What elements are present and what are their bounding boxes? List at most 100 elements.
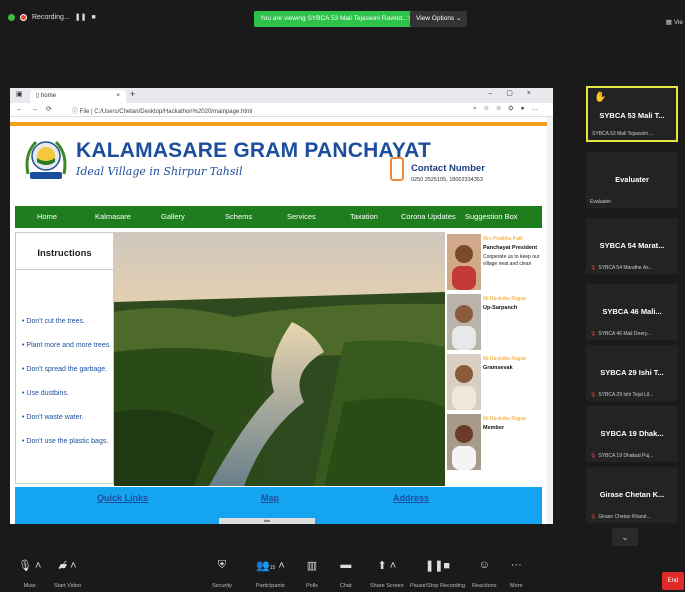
person-icon [447,294,481,350]
toolbar-label: Polls [306,583,318,589]
official-name: Mr.Ravindra Rajput [483,296,526,302]
contact-title: Contact Number [411,163,485,174]
participant-name: SYBCA 29 Ishi T... [600,368,664,377]
main-nav: Home Kalmasare Gallery Schems Services T… [15,206,542,228]
instruction-text: Don't waste water. [26,414,84,421]
participant-name: SYBCA 54 Marat... [599,241,665,250]
instructions-list: • Don't cut the trees. • Plant more and … [16,318,113,445]
browser-tab-home[interactable]: ▯ home × [30,90,126,103]
nav-kalmasare[interactable]: Kalmasare [95,212,131,221]
participant-tile[interactable]: SYBCA 19 Dhak... 🎙 SYBCA 19 Dhakad Puj... [586,406,678,462]
security-button[interactable]: ⛨ Security [212,559,232,589]
reactions-button[interactable]: ☺ Reactions [472,559,496,589]
view-options-button[interactable]: View Options ⌄ [410,11,468,27]
official-role: Gramsevak [483,365,513,371]
nav-services[interactable]: Services [287,212,316,221]
browser-tools[interactable]: ⌕☆✩⚙●… [473,105,545,113]
view-menu[interactable]: ▦ Vie [666,18,683,26]
official-photo [447,354,481,410]
pause-stop-icon: ❚❚■ [424,560,451,572]
instruction-text: Don't cut the trees. [26,318,85,325]
participant-sub-text: SYBCA 29 Ishi Tejal Lil... [598,392,654,398]
participants-icon: 👥15 ˄ [256,560,285,572]
instruction-text: Plant more and more trees. [26,342,112,349]
raised-hand-icon: ✋ [594,92,607,103]
instructions-panel: Instructions • Don't cut the trees. • Pl… [15,232,114,484]
start-video-button[interactable]: ▰̸ ˄ Start Video [54,559,81,589]
list-item: • Don't use the plastic bags. [22,438,109,445]
official-card: Mr.Ravindra Rajput Up-Sarpanch [446,292,546,350]
url-field[interactable]: ⓘ File | C:/Users/Chetan/Desktop/Hackath… [72,106,252,115]
window-controls[interactable]: –▢× [488,89,545,97]
nav-home[interactable]: Home [37,212,57,221]
nav-buttons[interactable]: ←→⟳ [16,105,60,113]
chevron-down-icon[interactable]: ⌄ [612,528,638,546]
close-tab-icon[interactable]: × [116,90,120,103]
meeting-toolbar: 🎙 ˄ Mute ▰̸ ˄ Start Video ⛨ Security 👥15 ˄ P… [0,556,685,592]
participant-tile[interactable]: ✋ SYBCA 53 Mali T... SYBCA 53 Mali Tejas… [586,86,678,142]
top-accent-bar [10,122,547,126]
new-tab-icon[interactable]: + [130,89,135,99]
participant-tile[interactable]: SYBCA 46 Mali... 🎙 SYBCA 46 Mali Deery... [586,284,678,340]
participant-tile[interactable]: SYBCA 29 Ishi T... 🎙 SYBCA 29 Ishi Tejal … [586,345,678,401]
official-card: Mrs.Pratibha Patil Panchayat President C… [446,232,546,290]
zoom-top-bar: Recording... ❚❚ ■ You are viewing SYBCA … [0,0,685,44]
window-icon: ▣ [16,91,23,98]
end-button[interactable]: End [662,572,684,590]
participant-sub: 🎙 SYBCA 46 Mali Deery... [590,331,674,337]
participant-sub: 🎙 SYBCA 54 Marathe As... [590,265,674,271]
view-label: Vie [673,19,683,26]
recording-indicator[interactable]: Recording... ❚❚ ■ [8,13,96,21]
list-item: • Plant more and more trees. [22,342,112,349]
participant-count: 15 [269,565,276,571]
participant-name: Evaluater [615,175,649,184]
participants-button[interactable]: 👥15 ˄ Participants [256,559,285,589]
mute-button[interactable]: 🎙 ˄ Mute [18,559,41,589]
site-subtitle: Ideal Village in Shirpur Tahsil [76,165,243,178]
participant-sub-text: Girase Chetan Khand... [598,514,651,520]
participant-name: SYBCA 19 Dhak... [600,429,664,438]
official-photo [447,294,481,350]
smile-icon: ☺ [478,559,490,571]
muted-mic-icon: 🎙 [590,514,597,520]
share-screen-button[interactable]: ⬆ ˄ Share Screen [370,559,404,589]
instruction-text: Use dustbins. [26,390,69,397]
participant-tile[interactable]: Evaluater Evaluater [586,152,678,208]
person-icon [447,354,481,410]
participant-sub: 🎙 Girase Chetan Khand... [590,514,674,520]
nav-taxation[interactable]: Taxation [350,212,378,221]
toolbar-label: Participants [256,583,285,589]
tab-bar: ▣ ▯ home × + –▢× [10,88,553,103]
participant-sub: 🎙 SYBCA 19 Dhakad Puj... [590,453,674,459]
pause-stop-recording-button[interactable]: ❚❚■ Pause/Stop Recording [410,559,465,589]
official-name: Mr.Ravindra Rajput [483,356,526,362]
nav-gallery[interactable]: Gallery [161,212,185,221]
participant-sub-text: SYBCA 46 Mali Deery... [598,331,652,337]
video-off-icon: ▰̸ ˄ [58,560,77,572]
toolbar-label: Chat [340,583,352,589]
participant-tile[interactable]: Girase Chetan K... 🎙 Girase Chetan Khand.… [586,467,678,523]
nav-suggestion-box[interactable]: Suggestion Box [465,212,518,221]
shield-icon [8,13,15,21]
participant-sub: SYBCA 53 Mali Tejaswini ... [592,131,654,137]
nav-corona-updates[interactable]: Corona Updates [401,212,456,221]
address-link[interactable]: Address [393,493,429,503]
stop-icon[interactable]: ■ [91,14,95,21]
muted-mic-icon: 🎙 [590,392,597,398]
microphone-icon: 🎙 ˄ [18,560,42,572]
scrollbar[interactable] [547,117,553,524]
webpage: KALAMASARE GRAM PANCHAYAT Ideal Village … [10,117,547,524]
chat-button[interactable]: ▬ Chat [340,559,352,589]
toolbar-label: Start Video [54,583,82,589]
participant-name: SYBCA 53 Mali T... [599,111,665,120]
bottom-tab[interactable]: info [219,518,315,524]
nav-schems[interactable]: Schems [225,212,252,221]
map-link[interactable]: Map [261,493,279,503]
official-card: Mr.Ravindra Rajput Member [446,412,546,470]
polls-button[interactable]: ▥ Polls [306,559,318,589]
pause-icon[interactable]: ❚❚ [75,13,87,21]
quick-links-link[interactable]: Quick Links [97,493,148,503]
participant-tile[interactable]: SYBCA 54 Marat... 🎙 SYBCA 54 Marathe As..… [586,218,678,274]
landscape-photo [114,232,445,486]
more-button[interactable]: ··· More [510,559,523,589]
